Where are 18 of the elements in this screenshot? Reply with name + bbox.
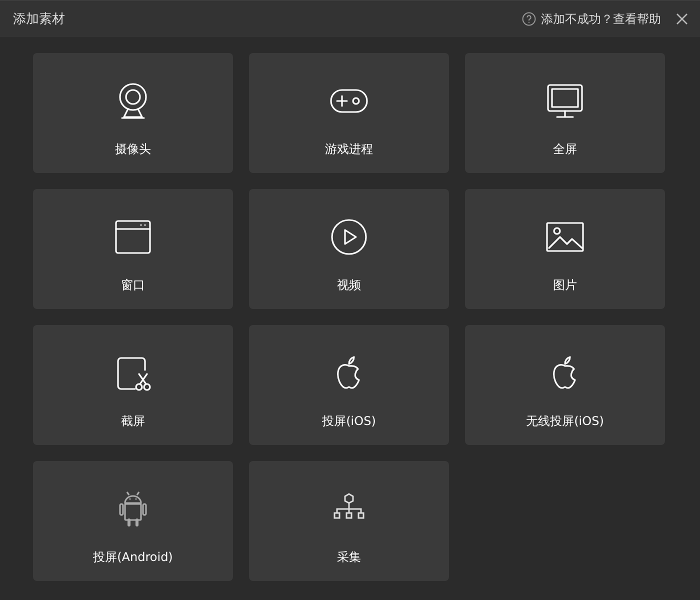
source-tile[interactable]: 全屏 [465, 53, 665, 173]
source-tile[interactable]: 游戏进程 [249, 53, 449, 173]
help-link[interactable]: 添加不成功？查看帮助 [541, 10, 661, 28]
source-tile[interactable]: 窗口 [33, 189, 233, 309]
source-tile[interactable]: 投屏(Android) [33, 461, 233, 581]
source-tile[interactable]: 采集 [249, 461, 449, 581]
source-tile[interactable]: 无线投屏(iOS) [465, 325, 665, 445]
monitor-icon [545, 81, 585, 121]
source-tile[interactable]: 视频 [249, 189, 449, 309]
source-tile[interactable]: 截屏 [33, 325, 233, 445]
source-tile[interactable]: 投屏(iOS) [249, 325, 449, 445]
window-icon [113, 217, 153, 257]
help-icon [522, 12, 536, 26]
source-tile[interactable]: 图片 [465, 189, 665, 309]
window-title: 添加素材 [13, 11, 65, 28]
play-icon [329, 217, 369, 257]
source-tile[interactable]: 摄像头 [33, 53, 233, 173]
close-icon[interactable] [676, 13, 688, 25]
